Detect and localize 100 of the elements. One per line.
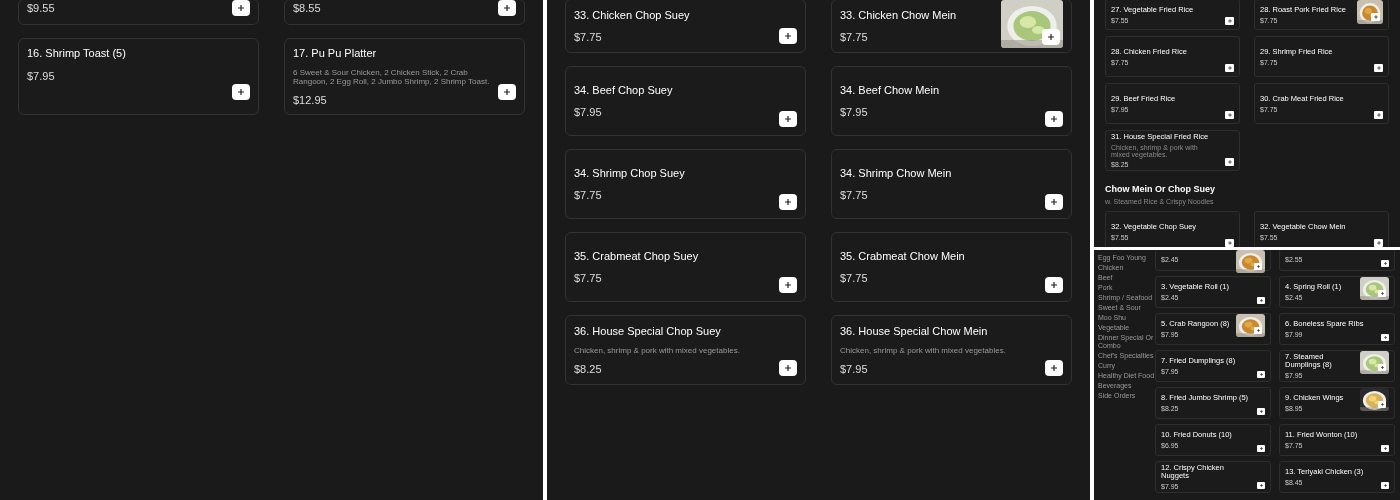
- add-button[interactable]: [1257, 371, 1265, 378]
- item-price: $8.55: [293, 1, 322, 16]
- add-button[interactable]: [1254, 263, 1262, 270]
- add-button[interactable]: [1381, 334, 1389, 341]
- menu-item-card[interactable]: 33. Chicken Chop Suey $7.75: [565, 0, 806, 53]
- item-price: $7.95: [840, 105, 869, 120]
- menu-item-card[interactable]: 36. House Special Chop Suey Chicken, shrimp & pork with mixed vegetables. $8.25: [565, 315, 806, 385]
- add-button[interactable]: [498, 0, 516, 16]
- add-button[interactable]: [1254, 327, 1262, 334]
- plus-icon: [236, 3, 246, 13]
- add-button[interactable]: [779, 360, 797, 376]
- plus-icon: [1049, 197, 1059, 207]
- section-heading: Chow Mein Or Chop Suey: [1105, 183, 1216, 196]
- add-button[interactable]: [1225, 17, 1234, 25]
- plus-icon: [1049, 363, 1059, 373]
- menu-item-card[interactable]: 33. Chicken Chow Mein $7.75: [831, 0, 1072, 53]
- item-price: $7.75: [574, 188, 603, 203]
- add-button[interactable]: [1374, 239, 1383, 247]
- item-name: 34. Shrimp Chow Mein: [840, 165, 953, 181]
- item-name: 16. Shrimp Toast (5): [27, 46, 127, 61]
- item-price: $7.75: [840, 188, 869, 203]
- item-price: $7.95: [574, 105, 603, 120]
- menu-item-card[interactable]: 17. Pu Pu Platter 6 Sweet & Sour Chicken, 2 Chicken Stick, 2 Crab Rangoon, 2 Egg Roll, 2 Jumbo Shrimp, 2 Shrimp Toast. $12.95: [284, 38, 525, 115]
- item-description: Chicken, shrimp & pork with mixed vegetables.: [574, 345, 741, 355]
- plus-icon: [1375, 240, 1382, 246]
- add-button[interactable]: [779, 111, 797, 127]
- add-button[interactable]: [1374, 64, 1383, 72]
- add-button[interactable]: [1381, 260, 1389, 267]
- plus-icon: [1372, 14, 1379, 20]
- plus-icon: [1226, 65, 1233, 71]
- plus-icon: [1382, 261, 1388, 266]
- menu-item-card[interactable]: 16. Shrimp Toast (5) $7.95: [18, 38, 259, 115]
- plus-icon: [1382, 446, 1388, 451]
- item-price: $7.75: [840, 271, 869, 286]
- add-button[interactable]: [779, 194, 797, 210]
- plus-icon: [1258, 409, 1264, 414]
- item-price: $12.95: [293, 92, 328, 108]
- menu-item-card[interactable]: 35. Crabmeat Chow Mein $7.75: [831, 232, 1072, 302]
- menu-item-card[interactable]: 35. Crabmeat Chop Suey $7.75: [565, 232, 806, 302]
- plus-icon: [1379, 291, 1385, 296]
- menu-item-card[interactable]: $9.55: [18, 0, 259, 25]
- add-button[interactable]: [1045, 277, 1063, 293]
- add-button[interactable]: [1257, 445, 1265, 452]
- menu-item-card[interactable]: 34. Shrimp Chow Mein $7.75: [831, 149, 1072, 219]
- plus-icon: [1049, 280, 1059, 290]
- add-button[interactable]: [1374, 111, 1383, 119]
- add-button[interactable]: [1045, 194, 1063, 210]
- plus-icon: [783, 114, 793, 124]
- menu-item-card[interactable]: 34. Beef Chop Suey $7.95: [565, 66, 806, 136]
- plus-icon: [1382, 335, 1388, 340]
- item-name: 35. Crabmeat Chow Mein: [840, 248, 966, 264]
- add-button[interactable]: [1257, 297, 1265, 304]
- add-button[interactable]: [1045, 111, 1063, 127]
- add-button[interactable]: [232, 84, 250, 100]
- add-button[interactable]: [779, 28, 797, 44]
- item-name: 35. Crabmeat Chop Suey: [574, 248, 700, 264]
- item-name: 36. House Special Chop Suey: [574, 324, 722, 339]
- add-button[interactable]: [1257, 408, 1265, 415]
- add-button[interactable]: [1381, 445, 1389, 452]
- plus-icon: [1226, 18, 1233, 24]
- add-button[interactable]: [1042, 29, 1060, 45]
- menu-item-card[interactable]: 36. House Special Chow Mein Chicken, shrimp & pork with mixed vegetables. $7.95: [831, 315, 1072, 385]
- add-button[interactable]: [1257, 482, 1265, 489]
- item-name: 36. House Special Chow Mein: [840, 324, 989, 339]
- add-button[interactable]: [1378, 401, 1386, 408]
- menu-item-card[interactable]: 34. Shrimp Chop Suey $7.75: [565, 149, 806, 219]
- add-button[interactable]: [498, 84, 516, 100]
- plus-icon: [502, 87, 512, 97]
- plus-icon: [1255, 264, 1261, 269]
- add-button[interactable]: [1378, 364, 1386, 371]
- item-description: Chicken, shrimp & pork with mixed vegetables.: [840, 345, 1007, 355]
- plus-icon: [1049, 114, 1059, 124]
- plus-icon: [1258, 446, 1264, 451]
- menu-item-card[interactable]: $8.55: [284, 0, 525, 25]
- plus-icon: [1382, 483, 1388, 488]
- add-button[interactable]: [1045, 360, 1063, 376]
- plus-icon: [1046, 32, 1056, 42]
- plus-icon: [1226, 159, 1233, 165]
- menu-item-card[interactable]: 34. Beef Chow Mein $7.95: [831, 66, 1072, 136]
- plus-icon: [1375, 112, 1382, 118]
- add-button[interactable]: [1371, 13, 1380, 21]
- add-button[interactable]: [1225, 239, 1234, 247]
- item-name: 17. Pu Pu Platter: [293, 46, 378, 61]
- item-price: $7.75: [574, 30, 603, 45]
- add-button[interactable]: [779, 277, 797, 293]
- item-price: $7.95: [27, 68, 56, 84]
- plus-icon: [236, 87, 246, 97]
- plus-icon: [1226, 112, 1233, 118]
- add-button[interactable]: [232, 0, 250, 16]
- add-button[interactable]: [1225, 111, 1234, 119]
- add-button[interactable]: [1225, 158, 1234, 166]
- add-button[interactable]: [1378, 290, 1386, 297]
- plus-icon: [1255, 328, 1261, 333]
- add-button[interactable]: [1381, 482, 1389, 489]
- plus-icon: [502, 3, 512, 13]
- add-button[interactable]: [1225, 64, 1234, 72]
- plus-icon: [1258, 483, 1264, 488]
- item-price: $7.75: [840, 30, 869, 45]
- plus-icon: [1379, 402, 1385, 407]
- item-price: $9.55: [27, 1, 56, 16]
